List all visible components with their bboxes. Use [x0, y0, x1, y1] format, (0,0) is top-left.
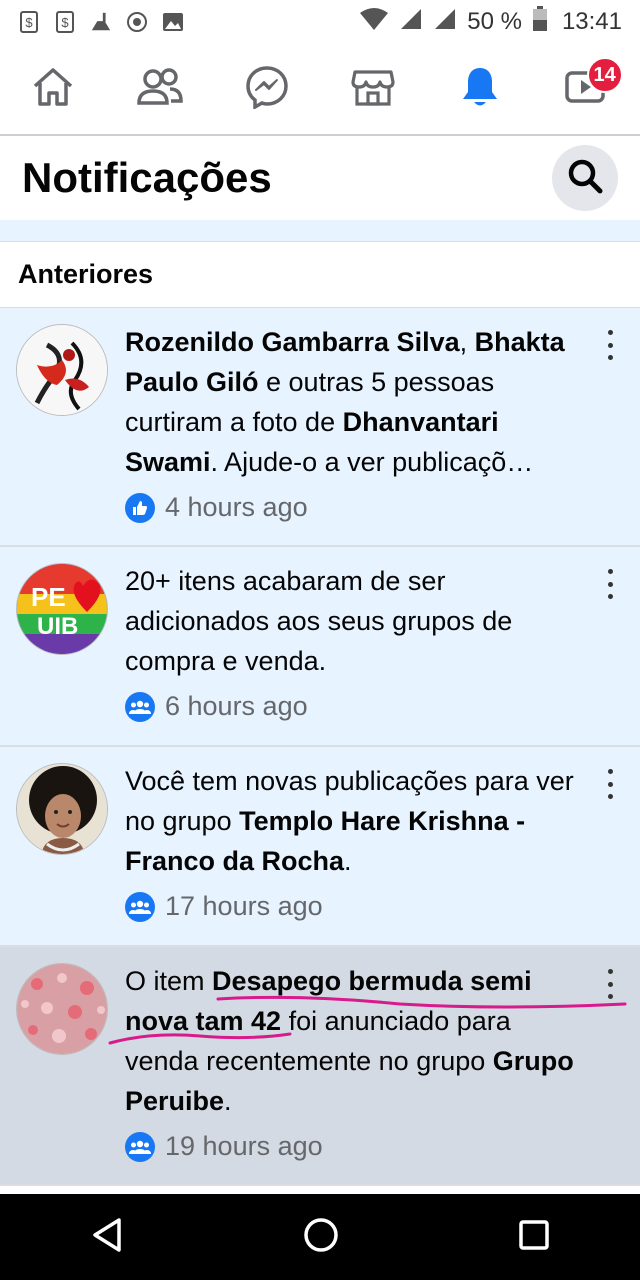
notification-meta: 19 hours ago	[125, 1131, 590, 1162]
avatar	[16, 963, 108, 1055]
record-icon	[126, 11, 148, 33]
more-options-button[interactable]	[600, 569, 620, 599]
group-icon	[125, 1131, 155, 1162]
notification-time: 4 hours ago	[165, 492, 308, 522]
svg-text:PE: PE	[31, 582, 66, 612]
battery-percent: 50 %	[467, 8, 522, 35]
more-options-button[interactable]	[600, 330, 620, 360]
notification-text: 20+ itens acabaram de ser adicionados ao…	[125, 566, 513, 676]
notification-text: Rozenildo Gambarra Silva, Bhakta Paulo G…	[125, 327, 565, 477]
notification-time: 6 hours ago	[165, 691, 308, 721]
home-button[interactable]	[303, 1217, 339, 1258]
bell-icon	[460, 65, 500, 114]
svg-text:$: $	[61, 15, 69, 30]
page-title: Notificações	[22, 154, 272, 201]
top-nav: 14	[0, 44, 640, 136]
nav-home[interactable]	[17, 53, 89, 125]
notification-meta: 6 hours ago	[125, 691, 590, 722]
search-button[interactable]	[552, 145, 618, 211]
messenger-icon	[245, 65, 289, 114]
cleaner-icon	[90, 11, 112, 33]
notification-text: O item Desapego bermuda semi nova tam 42…	[125, 966, 574, 1116]
clock: 13:41	[561, 8, 622, 35]
notification-item[interactable]: PE UIB 20+ itens acabaram de ser adiciona…	[0, 547, 640, 747]
dollar-app-icon: $	[18, 11, 40, 33]
marketplace-icon	[351, 66, 395, 113]
watch-badge: 14	[586, 57, 623, 93]
dollar-app-icon-2: $	[54, 11, 76, 33]
notification-text: Você tem novas publicações para ver no g…	[125, 766, 574, 876]
notification-item[interactable]: O item Desapego bermuda semi nova tam 42…	[0, 947, 640, 1186]
svg-text:UIB: UIB	[37, 613, 78, 640]
group-icon	[125, 691, 155, 722]
home-icon	[31, 66, 75, 113]
notification-time: 17 hours ago	[165, 891, 323, 921]
status-bar: $ $ 50 % 13:41	[0, 0, 640, 44]
svg-text:$: $	[25, 15, 33, 30]
wifi-icon	[359, 7, 389, 38]
battery-icon	[532, 5, 548, 39]
signal-icon-2	[433, 7, 457, 38]
more-options-button[interactable]	[600, 769, 620, 799]
nav-notifications[interactable]	[444, 53, 516, 125]
section-header: Anteriores	[0, 242, 640, 308]
notification-time: 19 hours ago	[165, 1131, 323, 1161]
avatar: PE UIB	[16, 563, 108, 655]
nav-friends[interactable]	[124, 53, 196, 125]
avatar	[16, 763, 108, 855]
notification-meta: 17 hours ago	[125, 891, 590, 922]
back-button[interactable]	[90, 1217, 124, 1258]
section-title: Anteriores	[18, 259, 154, 289]
recents-button[interactable]	[518, 1219, 550, 1256]
like-icon	[125, 492, 155, 523]
friends-icon	[136, 67, 184, 112]
image-icon	[162, 11, 184, 33]
nav-marketplace[interactable]	[337, 53, 409, 125]
notification-list: Rozenildo Gambarra Silva, Bhakta Paulo G…	[0, 308, 640, 1186]
avatar	[16, 324, 108, 416]
page-header: Notificações	[0, 136, 640, 220]
previous-item-edge	[0, 220, 640, 242]
search-icon	[566, 157, 604, 200]
notification-item[interactable]: Você tem novas publicações para ver no g…	[0, 747, 640, 947]
more-options-button[interactable]	[600, 969, 620, 999]
signal-icon	[399, 7, 423, 38]
nav-messenger[interactable]	[231, 53, 303, 125]
notification-meta: 4 hours ago	[125, 492, 590, 523]
notification-item[interactable]: Rozenildo Gambarra Silva, Bhakta Paulo G…	[0, 308, 640, 547]
system-nav-bar	[0, 1194, 640, 1280]
group-icon	[125, 891, 155, 922]
nav-watch[interactable]: 14	[551, 53, 623, 125]
